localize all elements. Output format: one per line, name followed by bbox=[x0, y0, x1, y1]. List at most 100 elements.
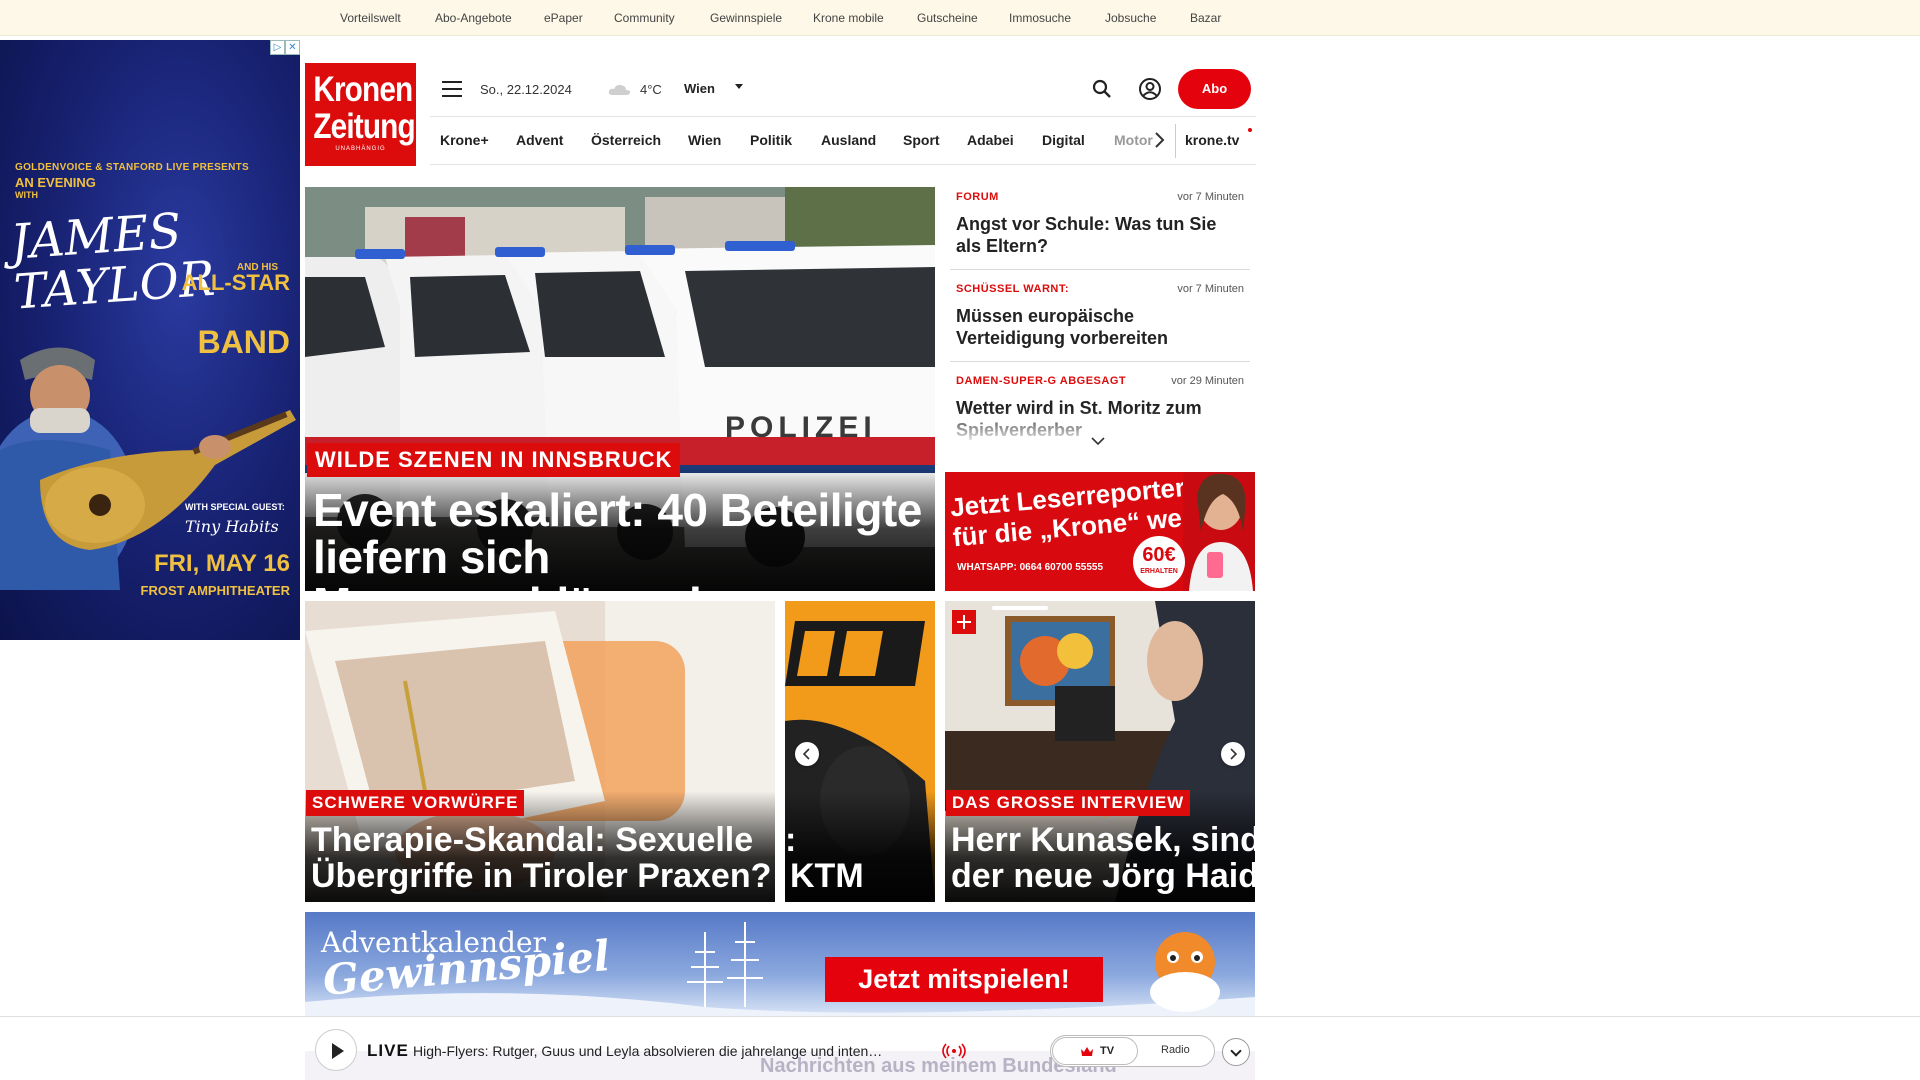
advent-calendar-banner[interactable]: Adventkalender Gewinnspiel Jetzt mitspie… bbox=[305, 912, 1255, 1017]
chevron-down-icon[interactable] bbox=[1090, 436, 1106, 446]
tile-headline-line1[interactable]: Herr Kunasek, sind S bbox=[951, 822, 1255, 858]
news-kicker: FORUM bbox=[956, 191, 999, 203]
nav-item-wien[interactable]: Wien bbox=[688, 132, 721, 148]
play-button[interactable] bbox=[315, 1029, 357, 1071]
lr-amount-note: ERHALTEN bbox=[1140, 568, 1178, 575]
util-link-vorteilswelt[interactable]: Vorteilswelt bbox=[340, 11, 401, 25]
nav-item-krone-plus[interactable]: Krone+ bbox=[440, 132, 489, 148]
article-tile[interactable]: SCHWERE VORWÜRFE Therapie-Skandal: Sexue… bbox=[305, 601, 775, 902]
abo-button[interactable]: Abo bbox=[1178, 69, 1251, 109]
live-player-bar: Nachrichten aus meinem Bundesland LIVE H… bbox=[0, 1016, 1920, 1080]
news-time: vor 7 Minuten bbox=[1177, 283, 1244, 295]
util-link-jobsuche[interactable]: Jobsuche bbox=[1105, 11, 1156, 25]
play-now-button[interactable]: Jetzt mitspielen! bbox=[825, 957, 1103, 1002]
util-link-krone-mobile[interactable]: Krone mobile bbox=[813, 11, 884, 25]
util-link-immosuche[interactable]: Immosuche bbox=[1009, 11, 1071, 25]
news-time: vor 29 Minuten bbox=[1171, 375, 1244, 387]
logo-tagline: UNABHÄNGIG bbox=[335, 146, 386, 152]
crown-icon bbox=[1081, 1047, 1093, 1056]
news-kicker: SCHÜSSEL WARNT: bbox=[956, 283, 1070, 295]
nav-item-adabei[interactable]: Adabei bbox=[967, 132, 1014, 148]
util-link-abo-angebote[interactable]: Abo-Angebote bbox=[435, 11, 512, 25]
live-label: LIVE bbox=[367, 1041, 409, 1060]
logo-line2: Zeitung bbox=[313, 107, 415, 146]
hero-headline[interactable]: Event eskaliert: 40 Beteiligte liefern s… bbox=[313, 487, 923, 592]
news-title[interactable]: Müssen europäische Verteidigung vorberei… bbox=[956, 305, 1246, 349]
hamburger-menu-icon[interactable] bbox=[442, 81, 462, 97]
live-title[interactable]: High-Flyers: Rutger, Guus und Leyla abso… bbox=[413, 1043, 933, 1059]
tile-headline-line2[interactable]: der neue Jörg Haider bbox=[951, 858, 1255, 894]
concert-ad[interactable]: ▷ ✕ GOLDENVOICE & STANFORD LIVE PRESENTS… bbox=[0, 40, 300, 640]
cloud-icon bbox=[608, 84, 631, 95]
news-divider bbox=[950, 269, 1250, 270]
leserreporter-ad[interactable]: Jetzt Leserreporter für die „Krone“ werde… bbox=[945, 472, 1255, 591]
ad-an-evening: AN EVENING bbox=[15, 175, 96, 190]
carousel-prev-button[interactable] bbox=[795, 742, 819, 766]
news-kicker: DAMEN-SUPER-G ABGESAGT bbox=[956, 375, 1127, 387]
news-time: vor 7 Minuten bbox=[1177, 191, 1244, 203]
media-toggle: TV Radio bbox=[1050, 1035, 1215, 1067]
live-dot-icon bbox=[1248, 128, 1252, 132]
chevron-down-icon[interactable] bbox=[1222, 1038, 1250, 1066]
krone-plus-icon bbox=[952, 610, 976, 634]
news-divider bbox=[950, 361, 1250, 362]
chevron-right-icon[interactable] bbox=[1152, 131, 1166, 149]
ad-info-icon[interactable]: ▷ bbox=[270, 40, 285, 55]
svg-text:POLIZEI: POLIZEI bbox=[725, 411, 877, 444]
nav-item-krone-tv[interactable]: krone.tv bbox=[1185, 132, 1239, 148]
ad-date: FRI, MAY 16 bbox=[153, 550, 290, 577]
nav-item-oesterreich[interactable]: Österreich bbox=[591, 132, 661, 148]
util-link-epaper[interactable]: ePaper bbox=[544, 11, 583, 25]
chevron-left-icon bbox=[802, 748, 810, 760]
ad-guest: Tiny Habits bbox=[185, 517, 279, 536]
tile-headline-line2[interactable]: Übergriffe in Tiroler Praxen? bbox=[311, 858, 771, 894]
ad-choices[interactable]: ▷ ✕ bbox=[270, 40, 300, 55]
article-tile[interactable]: DAS GROSSE INTERVIEW Herr Kunasek, sind … bbox=[945, 601, 1255, 902]
tile-headline-line1[interactable]: : bbox=[785, 822, 796, 858]
util-link-gewinnspiele[interactable]: Gewinnspiele bbox=[710, 11, 782, 25]
tile-kicker: DAS GROSSE INTERVIEW bbox=[946, 790, 1191, 816]
news-title[interactable]: Angst vor Schule: Was tun Sie als Eltern… bbox=[956, 213, 1246, 257]
city-selector[interactable]: Wien bbox=[684, 81, 715, 96]
utility-bar: Vorteilswelt Abo-Angebote ePaper Communi… bbox=[0, 0, 1920, 36]
tv-label: TV bbox=[1100, 1045, 1115, 1057]
nav-item-advent[interactable]: Advent bbox=[516, 132, 563, 148]
close-icon[interactable]: ✕ bbox=[285, 40, 300, 55]
search-icon[interactable] bbox=[1091, 78, 1113, 100]
latest-news-list: FORUM vor 7 Minuten Angst vor Schule: Wa… bbox=[950, 187, 1250, 442]
util-link-gutscheine[interactable]: Gutscheine bbox=[917, 11, 978, 25]
util-link-community[interactable]: Community bbox=[614, 11, 675, 25]
carousel-next-button[interactable] bbox=[1221, 742, 1245, 766]
tv-toggle-button[interactable]: TV bbox=[1052, 1037, 1138, 1065]
nav-item-digital[interactable]: Digital bbox=[1042, 132, 1085, 148]
hero-kicker: WILDE SZENEN IN INNSBRUCK bbox=[307, 443, 681, 477]
ad-all-star: ALL-STAR bbox=[181, 270, 290, 295]
logo-line1: Kronen bbox=[313, 70, 413, 109]
ad-artist: JAMES TAYLOR bbox=[8, 202, 217, 321]
lr-amount: 60€ bbox=[1142, 544, 1176, 566]
account-icon[interactable] bbox=[1138, 77, 1162, 101]
ad-presenter: GOLDENVOICE & STANFORD LIVE PRESENTS bbox=[15, 162, 249, 173]
nav-item-sport[interactable]: Sport bbox=[903, 132, 940, 148]
lr-badge: 60€ ERHALTEN bbox=[1133, 536, 1185, 588]
broadcast-icon bbox=[942, 1043, 966, 1059]
current-date: So., 22.12.2024 bbox=[480, 82, 572, 97]
ad-special-guest: WITH SPECIAL GUEST: bbox=[185, 502, 285, 512]
reporter-woman-photo bbox=[1183, 472, 1255, 591]
nav-divider-bottom bbox=[430, 164, 1256, 165]
nav-item-politik[interactable]: Politik bbox=[750, 132, 792, 148]
chevron-down-icon[interactable] bbox=[735, 84, 743, 89]
tile-headline-line1[interactable]: Therapie-Skandal: Sexuelle bbox=[311, 822, 753, 858]
carousel-indicator bbox=[992, 606, 1048, 610]
temperature: 4°C bbox=[640, 82, 662, 97]
nav-separator bbox=[1175, 124, 1176, 158]
krone-logo[interactable]: Kronen Zeitung UNABHÄNGIG bbox=[305, 63, 416, 166]
nav-divider bbox=[430, 116, 1256, 117]
radio-toggle-button[interactable]: Radio bbox=[1161, 1044, 1190, 1056]
nav-item-ausland[interactable]: Ausland bbox=[821, 132, 876, 148]
nav-item-motor[interactable]: Motor bbox=[1114, 132, 1153, 148]
tile-headline-line2[interactable]: KTM bbox=[790, 858, 864, 894]
hero-article[interactable]: POLIZEI WILDE SZENEN IN INNSBRUCK Event … bbox=[305, 187, 935, 591]
util-link-bazar[interactable]: Bazar bbox=[1190, 11, 1221, 25]
ad-venue: FROST AMPHITHEATER bbox=[140, 583, 291, 598]
